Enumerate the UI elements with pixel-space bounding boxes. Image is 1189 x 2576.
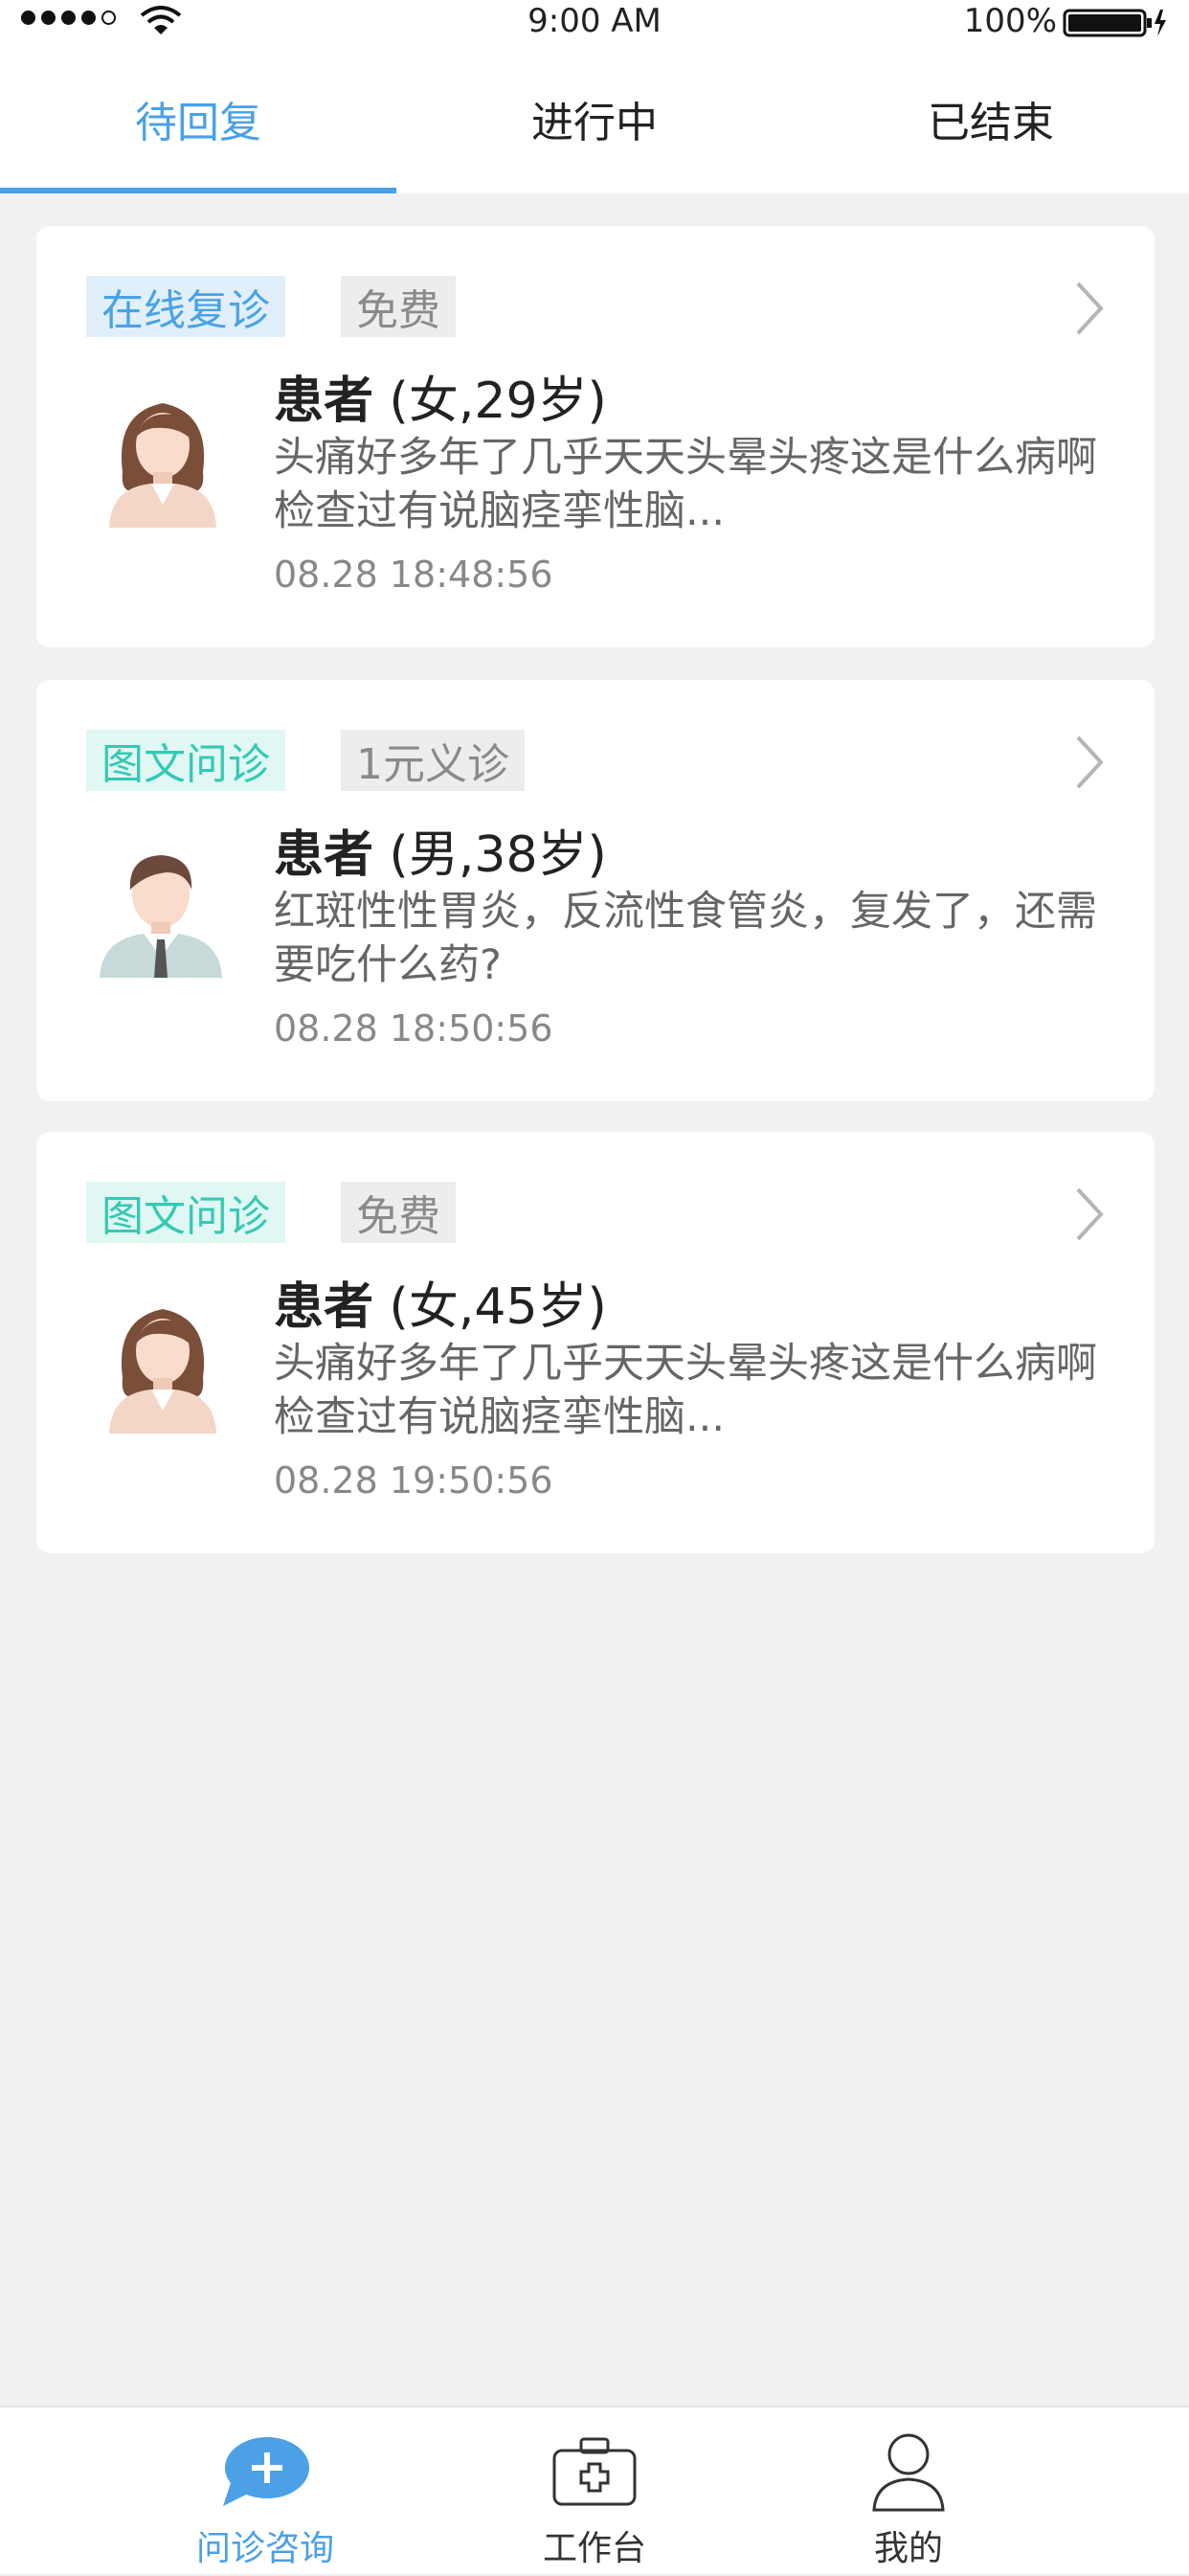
patient-info: 患者 (女,45岁) [274, 1266, 607, 1338]
tab-label: 待回复 [135, 99, 261, 147]
consultation-type-tag: 在线复诊 [86, 276, 285, 337]
consultation-card[interactable]: 图文问诊 1元义诊 患者 (男,38岁) 红斑性性胃炎，反流性食管炎，复发了，还… [36, 680, 1155, 1101]
patient-label: 患者 [274, 826, 374, 884]
battery-icon [1063, 9, 1166, 37]
chevron-right-icon [1076, 735, 1104, 789]
battery-percentage: 100% [963, 2, 1057, 40]
patient-label: 患者 [274, 1278, 374, 1336]
user-icon [872, 2433, 945, 2512]
consultation-type-tag: 图文问诊 [86, 730, 285, 791]
message-preview: 头痛好多年了几乎天天头晕头疼这是什么病啊检查过有说脑痉挛性脑... [274, 434, 1097, 535]
timestamp: 08.28 19:50:56 [274, 1459, 553, 1502]
tab-label: 已结束 [928, 99, 1054, 147]
message-preview: 红斑性性胃炎，反流性食管炎，复发了，还需要吃什么药? [274, 888, 1097, 989]
consultation-card[interactable]: 在线复诊 免费 患者 (女,29岁) 头痛好多年了几乎天天头晕头疼这是什么病啊检… [36, 226, 1155, 647]
tab-label: 进行中 [531, 99, 658, 147]
timestamp: 08.28 18:48:56 [274, 554, 553, 596]
female-avatar-icon [109, 1309, 216, 1434]
price-tag: 1元义诊 [341, 730, 525, 791]
price-tag: 免费 [341, 276, 456, 337]
medical-kit-icon [552, 2437, 637, 2506]
female-avatar-icon [109, 403, 216, 528]
bottom-navigation: 问诊咨询 工作台 我的 [0, 2406, 1189, 2574]
nav-label: 我的 [873, 2529, 943, 2568]
chat-plus-icon [223, 2437, 309, 2506]
patient-gender-age: (女,29岁) [389, 373, 607, 430]
patient-info: 患者 (男,38岁) [274, 814, 607, 886]
consultation-card[interactable]: 图文问诊 免费 患者 (女,45岁) 头痛好多年了几乎天天头晕头疼这是什么病啊检… [36, 1132, 1155, 1553]
timestamp: 08.28 18:50:56 [274, 1007, 553, 1050]
male-avatar-icon [100, 855, 222, 978]
status-bar: 9:00 AM 100% [0, 0, 1189, 44]
message-preview: 头痛好多年了几乎天天头晕头疼这是什么病啊检查过有说脑痉挛性脑... [274, 1340, 1097, 1441]
status-tabs: 待回复 进行中 已结束 [0, 44, 1189, 193]
consultation-type-tag: 图文问诊 [86, 1182, 285, 1243]
nav-label: 工作台 [542, 2529, 646, 2568]
chevron-right-icon [1076, 282, 1104, 335]
price-tag: 免费 [341, 1182, 456, 1243]
patient-gender-age: (女,45岁) [389, 1278, 607, 1336]
patient-label: 患者 [274, 373, 374, 430]
tab-finished[interactable]: 已结束 [793, 44, 1189, 193]
nav-profile[interactable]: 我的 [710, 2407, 1107, 2576]
tab-pending-reply[interactable]: 待回复 [0, 44, 396, 193]
patient-gender-age: (男,38岁) [389, 826, 607, 884]
nav-label: 问诊咨询 [195, 2529, 334, 2568]
chevron-right-icon [1076, 1187, 1104, 1241]
tab-in-progress[interactable]: 进行中 [396, 44, 793, 193]
active-tab-indicator [0, 188, 396, 193]
patient-info: 患者 (女,29岁) [274, 360, 607, 432]
